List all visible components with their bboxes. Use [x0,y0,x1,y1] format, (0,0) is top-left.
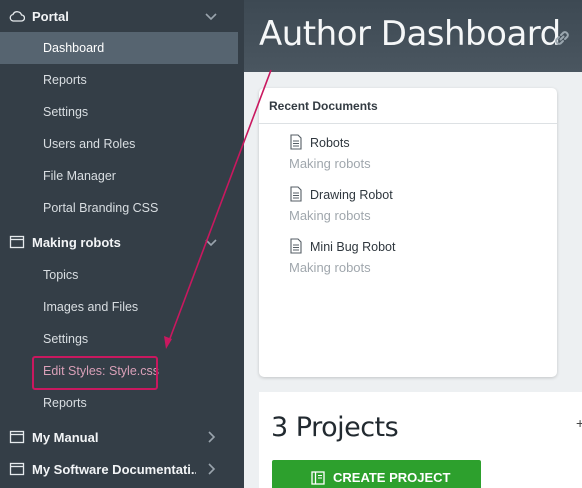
document-name[interactable]: Mini Bug Robot [310,240,395,254]
chevron-down-icon[interactable] [203,8,219,24]
recent-document-item[interactable]: Mini Bug Robot Making robots [289,238,529,282]
document-project: Making robots [289,156,371,171]
card-title: Recent Documents [269,99,378,113]
document-name[interactable]: Drawing Robot [310,188,393,202]
sidebar-section-my-software-documentation[interactable]: My Software Documentati... [0,453,244,485]
sidebar-section-label: Making robots [32,234,121,250]
sidebar-section-portal[interactable]: Portal [0,0,244,32]
main-content: Author Dashboard Recent Documents Robots… [244,0,582,488]
sidebar-item-settings[interactable]: Settings [0,96,238,128]
divider [259,123,557,124]
book-icon [311,471,325,485]
sidebar-item-portal-branding-css[interactable]: Portal Branding CSS [0,192,238,224]
sidebar-item-file-manager[interactable]: File Manager [0,160,238,192]
sidebar-item-project-settings[interactable]: Settings [0,323,238,355]
sidebar-item-label: Settings [43,332,89,346]
cloud-icon [8,8,26,24]
plus-icon[interactable]: + [576,415,582,431]
sidebar-item-users-and-roles[interactable]: Users and Roles [0,128,238,160]
sidebar-item-label: Settings [43,105,89,119]
sidebar: Portal Dashboard Reports Settings Users … [0,0,244,488]
document-project: Making robots [289,260,371,275]
sidebar-item-topics[interactable]: Topics [0,259,238,291]
chevron-right-icon[interactable] [203,429,219,445]
sidebar-item-label: Images and Files [43,300,139,314]
sidebar-item-images-and-files[interactable]: Images and Files [0,291,238,323]
sidebar-item-label: Topics [43,268,79,282]
document-icon [289,134,303,150]
sidebar-item-label: Edit Styles: Style.css [43,364,160,378]
header-bar: Author Dashboard [244,0,582,72]
sidebar-item-label: Portal Branding CSS [43,201,159,215]
sidebar-section-my-manual[interactable]: My Manual [0,421,244,453]
recent-document-item[interactable]: Robots Making robots [289,134,529,178]
sidebar-section-label: Portal [32,8,69,24]
recent-documents-card: Recent Documents Robots Making robots Dr… [259,88,557,377]
book-icon [8,234,26,250]
link-icon[interactable] [551,27,573,49]
chevron-down-icon[interactable] [203,234,219,250]
sidebar-item-label: Dashboard [43,41,105,55]
book-icon [8,429,26,445]
document-name[interactable]: Robots [310,136,350,150]
create-project-button[interactable]: CREATE PROJECT [272,460,481,488]
sidebar-item-reports[interactable]: Reports [0,64,238,96]
document-icon [289,238,303,254]
sidebar-item-label: Users and Roles [43,137,136,151]
sidebar-item-label: Reports [43,396,87,410]
sidebar-item-dashboard[interactable]: Dashboard [0,32,238,64]
sidebar-item-edit-styles[interactable]: Edit Styles: Style.css [0,355,238,387]
page-title: Author Dashboard [259,14,561,54]
sidebar-item-label: Reports [43,73,87,87]
chevron-right-icon[interactable] [203,461,219,477]
document-icon [289,186,303,202]
create-project-label: CREATE PROJECT [333,470,451,485]
document-project: Making robots [289,208,371,223]
recent-document-item[interactable]: Drawing Robot Making robots [289,186,529,230]
projects-count: 3 Projects [271,412,399,443]
sidebar-section-label: My Manual [32,429,99,445]
sidebar-section-making-robots[interactable]: Making robots [0,226,244,258]
book-icon [8,461,26,477]
projects-panel: 3 Projects + CREATE PROJECT [259,392,582,488]
sidebar-item-label: File Manager [43,169,116,183]
sidebar-section-label: My Software Documentati... [32,461,196,477]
sidebar-item-project-reports[interactable]: Reports [0,387,238,419]
